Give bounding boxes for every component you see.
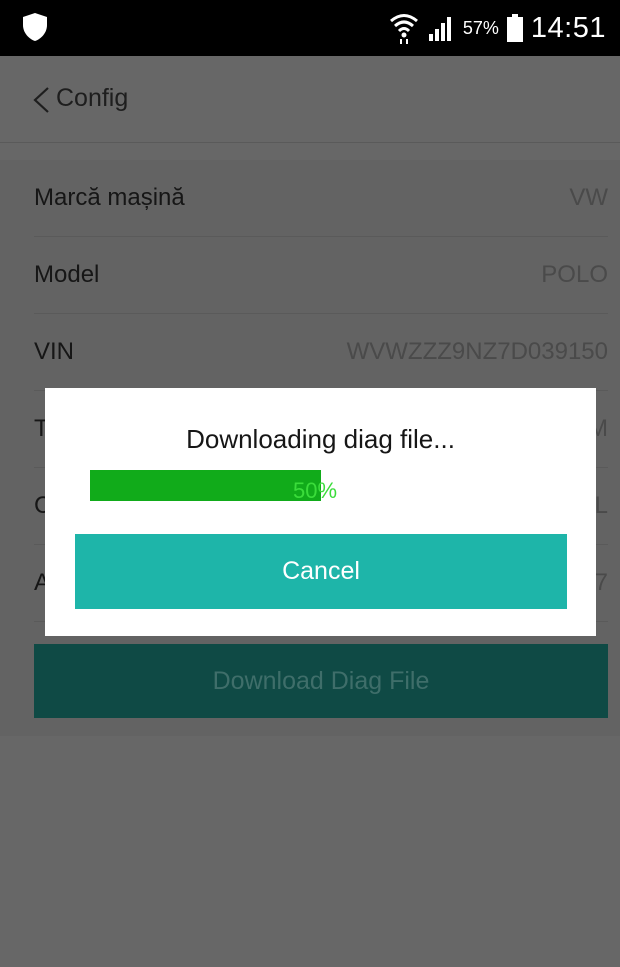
row-value: VW — [569, 184, 608, 211]
download-dialog: Downloading diag file... 50% Cancel — [45, 388, 596, 636]
status-icons: 57% 14:51 — [389, 0, 606, 56]
row-value: POLO — [541, 261, 608, 288]
signal-icon — [428, 17, 451, 41]
shield-icon — [23, 13, 47, 41]
wifi-icon — [389, 14, 418, 44]
row-label: Marcă mașină — [34, 184, 185, 211]
battery-percent: 57% — [462, 17, 499, 38]
action-bar: Config — [0, 56, 620, 143]
list-item[interactable]: Marcă mașină VW — [34, 160, 608, 237]
row-value: WVWZZZ9NZ7D039150 — [346, 338, 608, 365]
row-label: Model — [34, 261, 100, 288]
progress-percent: 50% — [293, 478, 338, 503]
list-item[interactable]: Model POLO — [34, 237, 608, 314]
row-label: VIN — [34, 338, 75, 365]
status-bar: 57% 14:51 — [0, 0, 620, 56]
progress-bar — [90, 470, 321, 501]
dialog-title: Downloading diag file... — [186, 424, 455, 454]
row-value: L — [594, 492, 608, 519]
page-title[interactable]: Config — [56, 84, 128, 113]
list-item[interactable]: VIN WVWZZZ9NZ7D039150 — [34, 314, 608, 391]
cancel-button[interactable]: Cancel — [75, 534, 567, 609]
chevron-left-icon[interactable] — [32, 86, 50, 114]
row-value: 7 — [594, 569, 608, 596]
battery-icon — [506, 14, 523, 42]
download-diag-button[interactable]: Download Diag File — [34, 644, 608, 718]
status-time: 14:51 — [530, 11, 606, 44]
